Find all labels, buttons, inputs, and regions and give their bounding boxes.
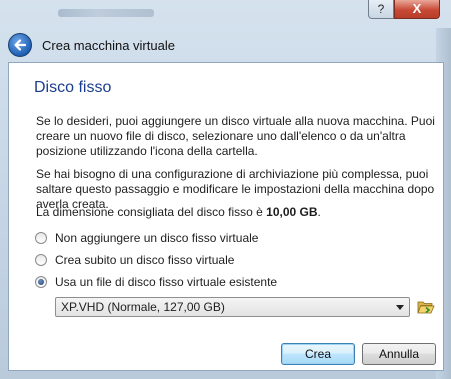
back-button[interactable]: [8, 33, 32, 57]
create-button[interactable]: Crea: [281, 343, 355, 365]
close-button[interactable]: X: [394, 0, 440, 19]
disk-select-value: XP.VHD (Normale, 127,00 GB): [61, 300, 225, 314]
recommended-size-suffix: .: [317, 205, 321, 219]
recommended-size-prefix: La dimensione consigliata del disco fiss…: [36, 205, 267, 219]
recommended-size-text: La dimensione consigliata del disco fiss…: [36, 205, 436, 220]
radio-button[interactable]: [35, 232, 47, 244]
description-paragraph: Se lo desideri, puoi aggiungere un disco…: [36, 114, 435, 158]
help-button[interactable]: ?: [368, 0, 394, 19]
back-arrow-icon: [14, 39, 27, 51]
disk-select-dropdown[interactable]: XP.VHD (Normale, 127,00 GB): [55, 297, 410, 317]
blurred-window-title: [58, 9, 154, 17]
radio-button[interactable]: [35, 254, 47, 266]
chevron-down-icon: [396, 305, 404, 310]
wizard-header: Crea macchina virtuale: [0, 28, 451, 62]
folder-open-icon: [417, 301, 435, 314]
title-bar: ? X: [0, 0, 451, 28]
option-label[interactable]: Usa un file di disco fisso virtuale esis…: [55, 275, 277, 289]
recommended-size-value: 10,00 GB: [266, 205, 318, 219]
option-label[interactable]: Crea subito un disco fisso virtuale: [55, 253, 234, 267]
option-label[interactable]: Non aggiungere un disco fisso virtuale: [55, 231, 258, 245]
wizard-page: Disco fisso Se lo desideri, puoi aggiung…: [8, 62, 444, 371]
cancel-button[interactable]: Annulla: [362, 343, 436, 365]
window-frame: ? X Crea macchina virtuale Disco fisso S…: [0, 0, 451, 379]
wizard-title: Crea macchina virtuale: [42, 38, 175, 53]
page-title: Disco fisso: [34, 79, 112, 96]
radio-button-selected[interactable]: [35, 276, 47, 288]
choose-disk-file-button[interactable]: [417, 298, 435, 316]
